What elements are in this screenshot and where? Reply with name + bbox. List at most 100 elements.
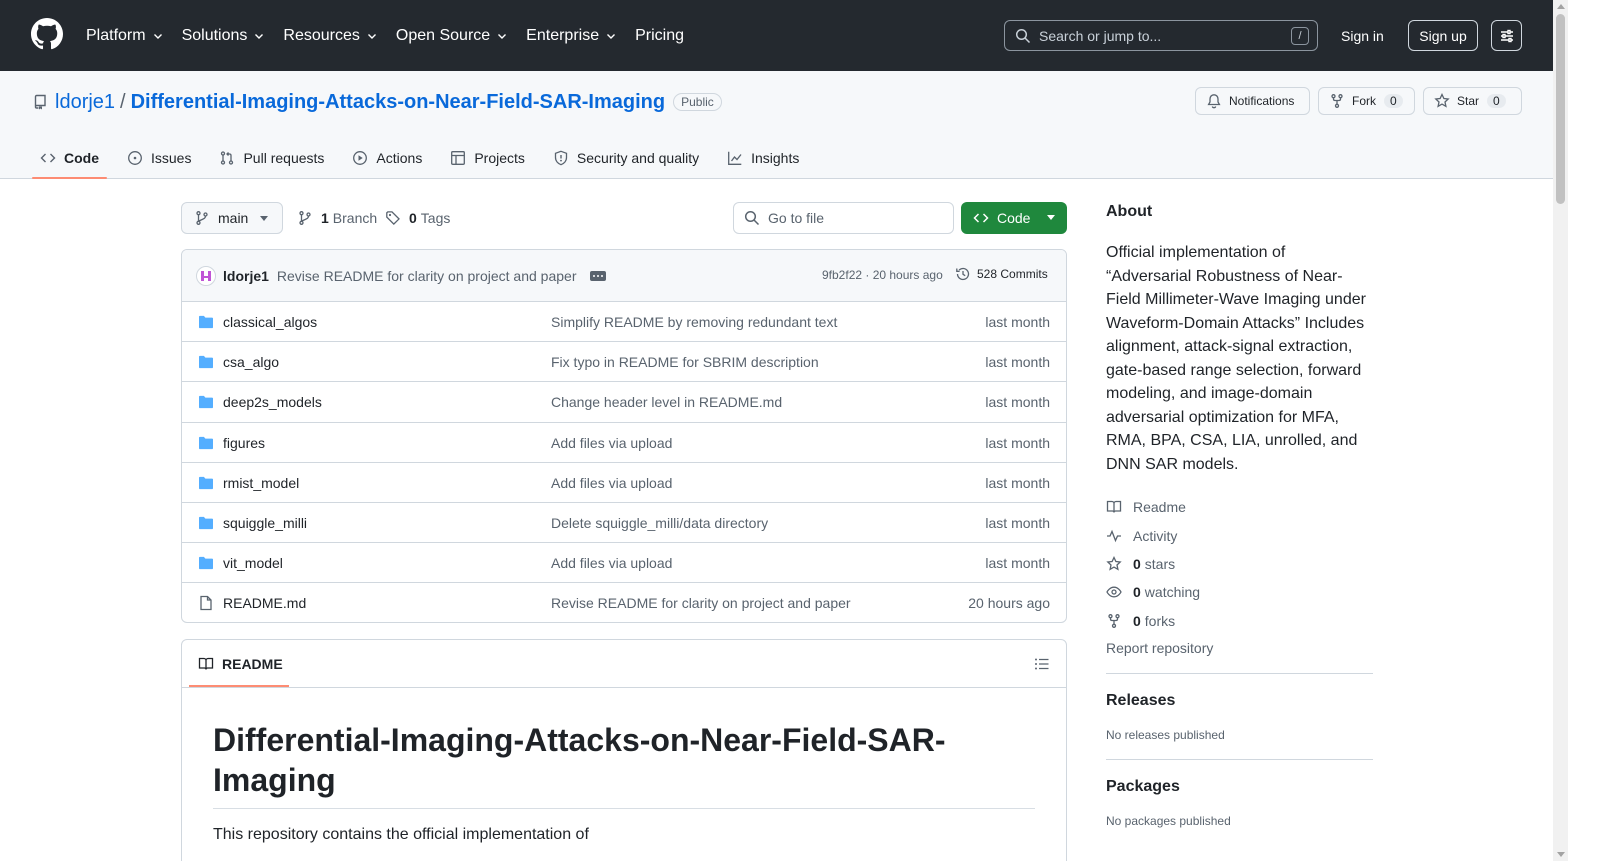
tab-label: Pull requests (243, 150, 325, 166)
file-name-link[interactable]: figures (223, 435, 265, 451)
commit-count-label: 528 Commits (977, 267, 1048, 281)
file-commit-date: last month (985, 555, 1050, 572)
play-icon (353, 151, 368, 165)
watching-link[interactable]: 0 watching (1106, 578, 1373, 606)
search-input[interactable]: Search or jump to... / (1004, 20, 1318, 51)
nav-solutions[interactable]: Solutions (182, 27, 266, 45)
file-name-link[interactable]: README.md (223, 595, 306, 611)
file-name-link[interactable]: rmist_model (223, 475, 299, 491)
file-commit-message-link[interactable]: Add files via upload (551, 475, 672, 491)
sign-in-link[interactable]: Sign in (1329, 20, 1396, 51)
nav-open-source[interactable]: Open Source (396, 27, 508, 45)
report-repository-link[interactable]: Report repository (1106, 640, 1373, 656)
tag-label: Tags (420, 210, 451, 226)
file-commit-message-link[interactable]: Change header level in README.md (551, 394, 782, 410)
file-commit-message-link[interactable]: Add files via upload (551, 555, 672, 571)
table-row[interactable]: csa_algo Fix typo in README for SBRIM des… (182, 342, 1066, 383)
scrollbar-thumb[interactable] (1556, 14, 1565, 204)
chevron-down-icon (255, 33, 264, 39)
nav-platform[interactable]: Platform (86, 27, 164, 45)
readme-link[interactable]: Readme (1106, 493, 1373, 521)
search-placeholder: Search or jump to... (1039, 27, 1162, 44)
tab-actions[interactable]: Actions (344, 139, 430, 177)
readme-tab[interactable]: README (198, 656, 283, 672)
tags-link[interactable]: 0 Tags (385, 202, 450, 234)
file-table: ldorje1 Revise README for clarity on pro… (181, 249, 1067, 623)
commit-hash-time[interactable]: 9fb2f22 · 20 hours ago (822, 268, 943, 282)
file-commit-message-link[interactable]: Fix typo in README for SBRIM description (551, 354, 819, 370)
file-commit-message-link[interactable]: Delete squiggle_milli/data directory (551, 515, 768, 531)
repo-name-link[interactable]: Differential-Imaging-Attacks-on-Near-Fie… (131, 91, 665, 114)
nav-pricing[interactable]: Pricing (635, 27, 684, 45)
table-row[interactable]: rmist_model Add files via upload last mont… (182, 463, 1066, 503)
file-commit-date: last month (985, 354, 1050, 371)
tab-pull-requests[interactable]: Pull requests (211, 139, 332, 177)
tab-issues[interactable]: Issues (119, 139, 199, 177)
table-row[interactable]: figures Add files via upload last month (182, 423, 1066, 463)
file-commit-message-link[interactable]: Simplify README by removing redundant te… (551, 314, 837, 330)
activity-label: Activity (1133, 527, 1178, 544)
sign-up-button[interactable]: Sign up (1408, 20, 1478, 51)
table-row[interactable]: vit_model Add files via upload last month (182, 543, 1066, 584)
expand-commit-button[interactable] (590, 270, 607, 281)
star-button[interactable]: Star 0 (1423, 87, 1522, 115)
file-name-link[interactable]: csa_algo (223, 354, 279, 370)
latest-commit-bar: ldorje1 Revise README for clarity on pro… (182, 250, 1066, 302)
file-name-link[interactable]: classical_algos (223, 314, 317, 330)
list-unordered-icon[interactable] (1034, 656, 1050, 672)
about-heading: About (1106, 203, 1153, 220)
tab-insights[interactable]: Insights (719, 139, 807, 177)
file-commit-message-link[interactable]: Add files via upload (551, 435, 672, 451)
github-logo-icon[interactable] (31, 18, 63, 50)
appearance-settings-button[interactable] (1491, 20, 1522, 51)
notifications-label: Notifications (1229, 94, 1295, 108)
readme-intro: This repository contains the official im… (213, 826, 589, 843)
file-name-link[interactable]: squiggle_milli (223, 515, 307, 531)
tab-label: Actions (376, 150, 423, 166)
about-description: Official implementation of “Adversarial … (1106, 244, 1366, 473)
releases-empty-text: No releases published (1106, 727, 1225, 742)
table-row[interactable]: README.md Revise README for clarity on pr… (182, 583, 1066, 622)
caret-down-icon (260, 216, 268, 221)
commits-history-link[interactable]: 528 Commits (955, 266, 1048, 282)
avatar[interactable] (196, 265, 216, 286)
table-row[interactable]: deep2s_models Change header level in READ… (182, 382, 1066, 423)
forks-count: 0 (1133, 612, 1141, 629)
graph-icon (728, 151, 742, 165)
code-dropdown-button[interactable]: Code (961, 202, 1067, 234)
fork-button[interactable]: Fork 0 (1318, 87, 1415, 115)
go-to-file-input[interactable]: Go to file (733, 202, 954, 234)
tab-label: Projects (474, 150, 525, 166)
star-icon (1434, 93, 1450, 108)
repo-owner-link[interactable]: ldorje1 (55, 91, 115, 114)
file-commit-message-link[interactable]: Revise README for clarity on project and… (551, 595, 851, 611)
tab-code[interactable]: Code (32, 139, 107, 179)
commit-message-link[interactable]: Revise README for clarity on project and… (277, 268, 577, 284)
tab-projects[interactable]: Projects (442, 139, 533, 177)
packages-heading[interactable]: Packages (1106, 778, 1373, 796)
folder-icon (199, 315, 213, 329)
file-name-link[interactable]: deep2s_models (223, 394, 322, 410)
forks-link[interactable]: 0 forks (1106, 607, 1373, 635)
scroll-up-arrow-icon[interactable] (1557, 4, 1565, 9)
star-label: Star (1457, 94, 1480, 108)
activity-link[interactable]: Activity (1106, 521, 1373, 549)
branch-selector[interactable]: main (181, 202, 283, 234)
readme-tab-label: README (222, 656, 283, 672)
commit-author-link[interactable]: ldorje1 (223, 268, 269, 284)
folder-icon (199, 436, 213, 449)
scroll-down-arrow-icon[interactable] (1557, 852, 1565, 857)
stars-link[interactable]: 0 stars (1106, 550, 1373, 578)
nav-resources[interactable]: Resources (283, 27, 377, 45)
page-scrollbar[interactable] (1553, 0, 1568, 861)
table-row[interactable]: classical_algos Simplify README by removi… (182, 302, 1066, 343)
notifications-button[interactable]: Notifications (1195, 87, 1310, 115)
releases-heading[interactable]: Releases (1106, 692, 1373, 710)
nav-enterprise[interactable]: Enterprise (526, 27, 617, 45)
file-name-link[interactable]: vit_model (223, 555, 283, 571)
folder-icon (199, 516, 213, 530)
file-commit-date: 20 hours ago (968, 595, 1050, 612)
branches-link[interactable]: 1 Branch (297, 202, 377, 234)
table-row[interactable]: squiggle_milli Delete squiggle_milli/data… (182, 503, 1066, 544)
tab-security[interactable]: Security and quality (545, 139, 707, 177)
